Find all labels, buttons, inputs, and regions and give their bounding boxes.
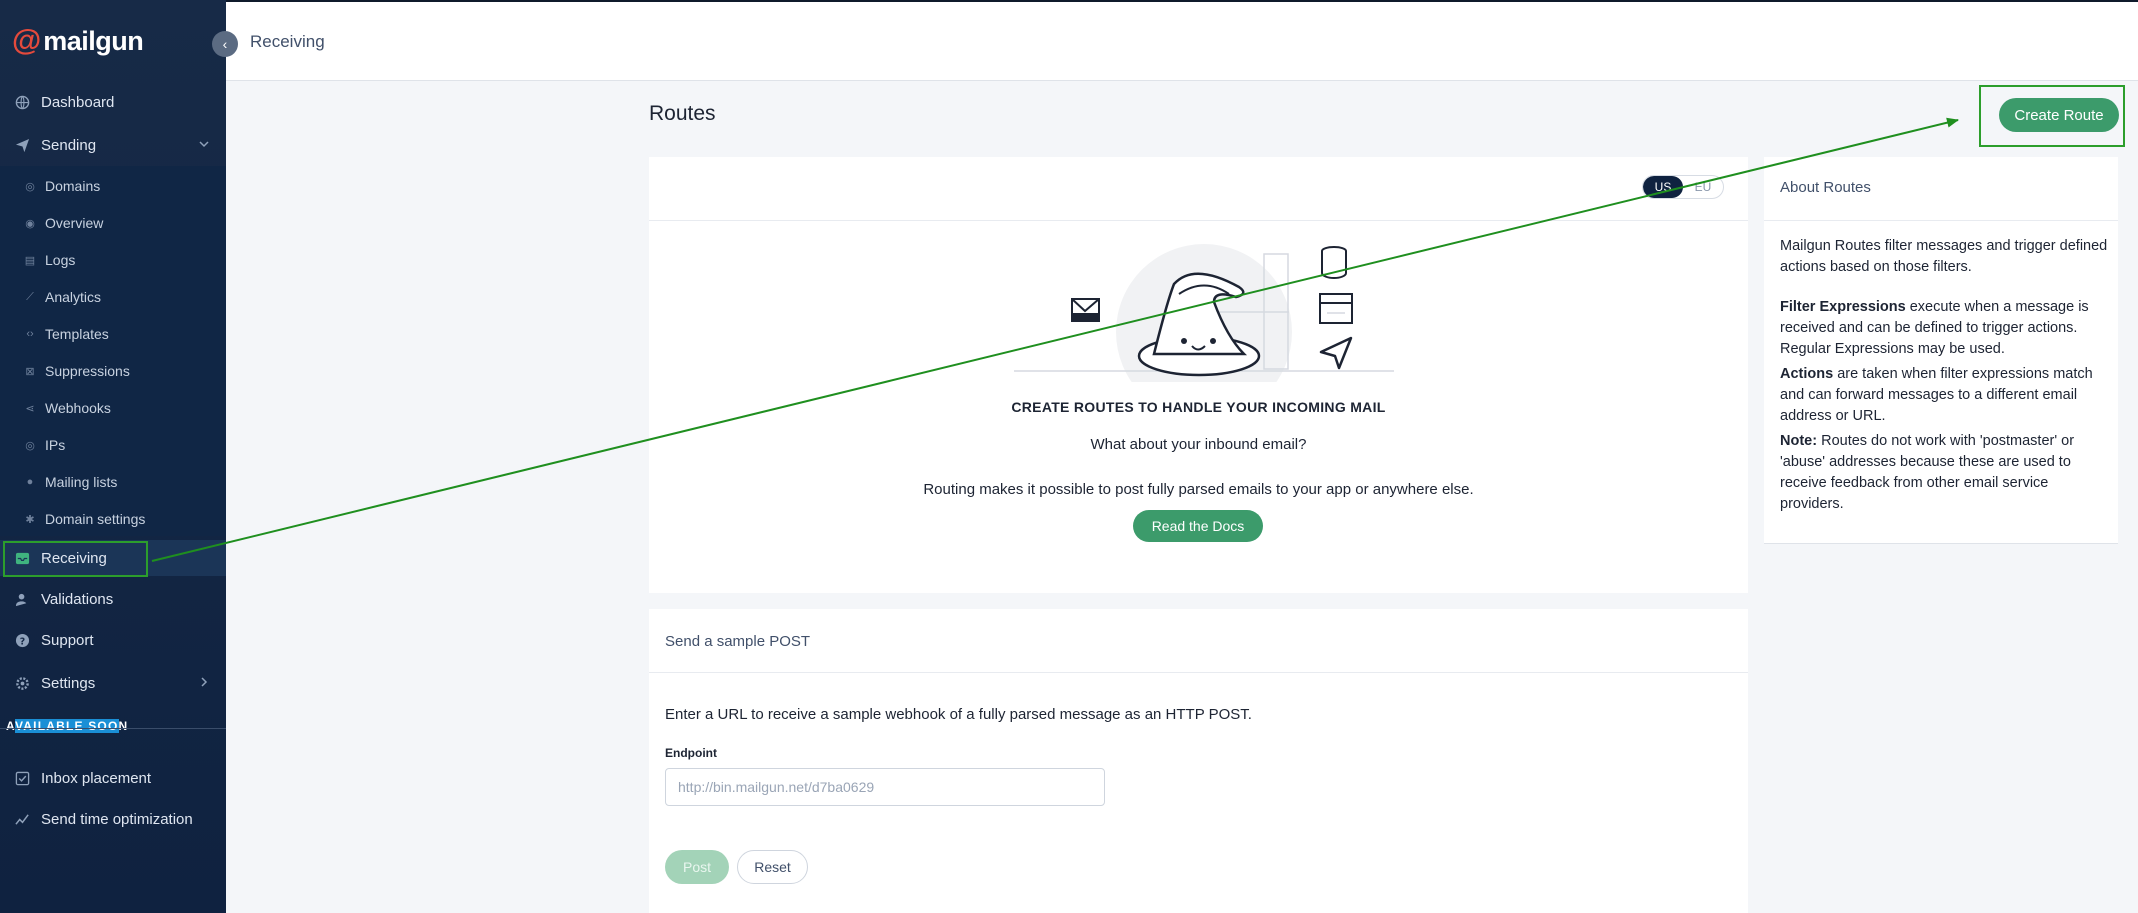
sidebar-item-domains[interactable]: ◎ Domains bbox=[0, 169, 226, 203]
breadcrumb: Receiving bbox=[250, 32, 325, 51]
mailgun-logo[interactable]: @ mailgun bbox=[12, 24, 144, 57]
sidebar-item-templates[interactable]: ‹› Templates bbox=[0, 317, 226, 351]
sidebar-item-suppressions[interactable]: ⊠ Suppressions bbox=[0, 354, 226, 388]
about-routes-card: About Routes Mailgun Routes filter messa… bbox=[1764, 157, 2118, 544]
empty-state-question: What about your inbound email? bbox=[1090, 436, 1307, 453]
inbox-icon bbox=[14, 550, 30, 566]
available-soon-label: AVAILABLE SOON bbox=[6, 719, 129, 733]
chevron-right-icon bbox=[198, 675, 210, 691]
sidebar-item-label: Domains bbox=[45, 178, 101, 194]
document-icon: ▤ bbox=[24, 254, 36, 267]
checkbox-icon bbox=[14, 770, 30, 786]
read-docs-button[interactable]: Read the Docs bbox=[1133, 510, 1263, 542]
sidebar-item-label: Send time optimization bbox=[41, 810, 193, 828]
sidebar-item-label: Webhooks bbox=[45, 400, 111, 416]
region-eu-option[interactable]: EU bbox=[1683, 176, 1723, 198]
sidebar-item-sending[interactable]: Sending bbox=[0, 127, 226, 163]
logo-symbol: @ bbox=[12, 24, 42, 57]
envelope-icon bbox=[1071, 298, 1100, 322]
sample-post-header: Send a sample POST bbox=[649, 609, 1748, 673]
eye-icon: ◉ bbox=[25, 217, 35, 230]
sidebar-item-mailing-lists[interactable]: ● Mailing lists bbox=[0, 465, 226, 499]
sidebar-item-support[interactable]: ? Support bbox=[0, 622, 226, 658]
wizard-hat-illustration bbox=[1014, 244, 1394, 382]
send-icon bbox=[1319, 336, 1353, 370]
chevron-down-icon bbox=[198, 137, 210, 153]
post-button[interactable]: Post bbox=[665, 850, 729, 884]
sidebar-item-label: Domain settings bbox=[45, 511, 146, 527]
page-title: Routes bbox=[649, 102, 716, 125]
top-bar: Receiving bbox=[226, 0, 2138, 81]
share-icon: ⋖ bbox=[25, 402, 35, 415]
sidebar-item-overview[interactable]: ◉ Overview bbox=[0, 206, 226, 240]
window-icon bbox=[1319, 293, 1353, 324]
chevron-left-icon: ‹ bbox=[222, 36, 228, 52]
sidebar-item-label: Overview bbox=[45, 215, 104, 231]
sidebar-item-label: Mailing lists bbox=[45, 474, 118, 490]
sidebar-item-label: Sending bbox=[41, 136, 97, 154]
sidebar-item-send-time-optimization[interactable]: Send time optimization bbox=[0, 801, 226, 837]
sidebar-item-label: Analytics bbox=[45, 289, 102, 305]
sidebar-item-label: Support bbox=[41, 631, 94, 649]
chart-line-icon: ⟋ bbox=[26, 290, 34, 303]
help-icon: ? bbox=[14, 632, 30, 648]
globe-icon: ◎ bbox=[25, 180, 35, 193]
sidebar-item-label: Templates bbox=[45, 326, 109, 342]
globe-icon bbox=[14, 94, 30, 110]
sidebar-item-logs[interactable]: ▤ Logs bbox=[0, 243, 226, 277]
about-intro: Mailgun Routes filter messages and trigg… bbox=[1780, 238, 2108, 275]
sidebar-item-domain-settings[interactable]: ✱ Domain settings bbox=[0, 502, 226, 536]
sidebar-item-label: Validations bbox=[41, 590, 114, 608]
about-routes-header: About Routes bbox=[1764, 157, 2118, 221]
gear-icon bbox=[14, 675, 30, 691]
sidebar-item-webhooks[interactable]: ⋖ Webhooks bbox=[0, 391, 226, 425]
paper-plane-icon bbox=[14, 137, 30, 153]
sidebar-item-receiving[interactable]: Receiving bbox=[0, 540, 226, 576]
gear-icon: ✱ bbox=[25, 513, 35, 526]
user-icon: ● bbox=[26, 476, 34, 488]
code-icon: ‹› bbox=[26, 328, 34, 340]
region-us-option[interactable]: US bbox=[1643, 176, 1683, 198]
sidebar-item-label: IPs bbox=[45, 437, 66, 453]
sidebar-collapse-button[interactable]: ‹ bbox=[212, 31, 238, 57]
location-icon: ◎ bbox=[25, 439, 35, 452]
sidebar-item-dashboard[interactable]: Dashboard bbox=[0, 84, 226, 120]
about-note: Note: Routes do not work with 'postmaste… bbox=[1780, 433, 2075, 512]
user-check-icon bbox=[14, 591, 30, 607]
sidebar: @ mailgun Dashboard Sending ◎ Domains ◉ … bbox=[0, 0, 226, 913]
sidebar-item-label: Logs bbox=[45, 252, 76, 268]
sidebar-item-ips[interactable]: ◎ IPs bbox=[0, 428, 226, 462]
about-routes-title: About Routes bbox=[1780, 179, 1871, 196]
reset-button[interactable]: Reset bbox=[737, 850, 808, 884]
sample-post-intro: Enter a URL to receive a sample webhook … bbox=[665, 706, 1252, 723]
trend-icon bbox=[14, 811, 30, 827]
empty-state-description: Routing makes it possible to post fully … bbox=[923, 481, 1474, 498]
block-icon: ⊠ bbox=[25, 365, 35, 378]
sidebar-item-inbox-placement[interactable]: Inbox placement bbox=[0, 760, 226, 796]
sidebar-item-label: Suppressions bbox=[45, 363, 130, 379]
sidebar-item-label: Dashboard bbox=[41, 93, 115, 111]
about-filter-expressions: Filter Expressions execute when a messag… bbox=[1780, 299, 2089, 357]
endpoint-label: Endpoint bbox=[665, 746, 717, 760]
sidebar-item-label: Settings bbox=[41, 674, 96, 692]
sidebar-item-label: Receiving bbox=[41, 549, 107, 567]
sidebar-item-settings[interactable]: Settings bbox=[0, 665, 226, 701]
database-icon bbox=[1321, 246, 1347, 280]
about-routes-body: Mailgun Routes filter messages and trigg… bbox=[1780, 236, 2110, 515]
region-toggle[interactable]: US EU bbox=[1642, 175, 1724, 199]
endpoint-input[interactable] bbox=[665, 768, 1105, 806]
sidebar-divider bbox=[0, 728, 226, 729]
sample-post-title: Send a sample POST bbox=[665, 633, 811, 650]
logo-text: mailgun bbox=[43, 25, 144, 56]
sample-post-card: Send a sample POST Enter a URL to receiv… bbox=[649, 609, 1748, 913]
empty-state-heading: CREATE ROUTES TO HANDLE YOUR INCOMING MA… bbox=[1011, 399, 1386, 415]
sidebar-item-label: Inbox placement bbox=[41, 769, 152, 787]
svg-text:?: ? bbox=[19, 636, 24, 647]
routes-card: US EU CREATE ROUTES TO HANDLE YOUR INCOM… bbox=[649, 157, 1748, 593]
sidebar-item-validations[interactable]: Validations bbox=[0, 581, 226, 617]
routes-card-header: US EU bbox=[649, 157, 1748, 221]
about-actions: Actions are taken when filter expression… bbox=[1780, 366, 2093, 424]
create-route-button[interactable]: Create Route bbox=[1999, 98, 2119, 132]
sidebar-item-analytics[interactable]: ⟋ Analytics bbox=[0, 280, 226, 314]
